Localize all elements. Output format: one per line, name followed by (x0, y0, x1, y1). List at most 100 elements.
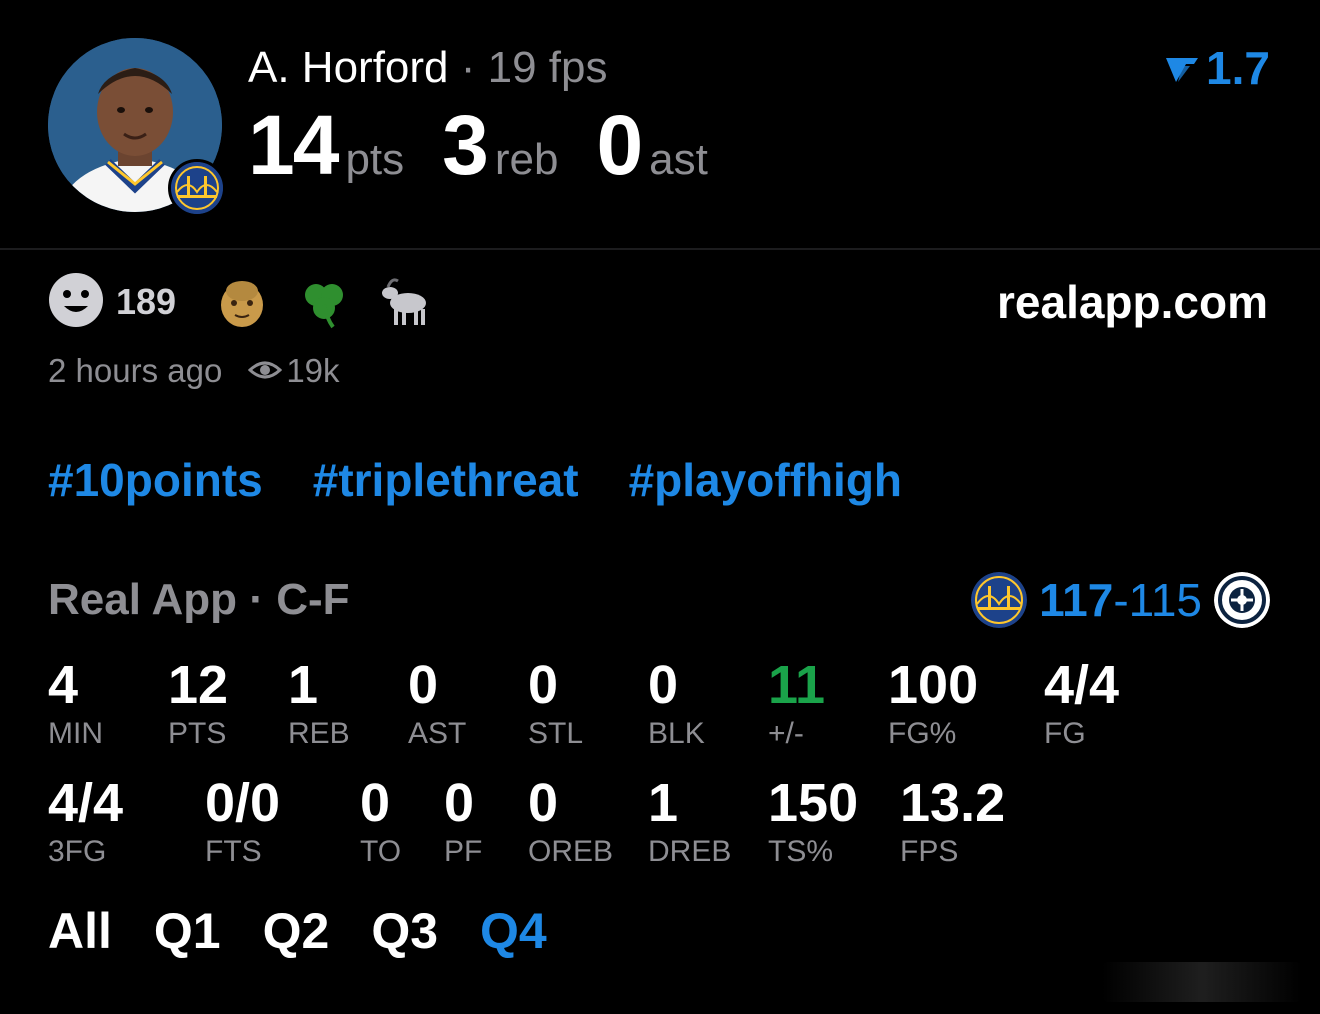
watermark (1102, 962, 1302, 1002)
stat-stl: 0 STL (528, 656, 583, 752)
game-source: Real App · C-F (48, 574, 350, 626)
stat-oreb: 0 OREB (528, 774, 613, 870)
hashtag[interactable]: #playoffhigh (629, 452, 902, 508)
stat-fg: 4/4 FG (1044, 656, 1119, 752)
smiley-count: 189 (116, 281, 177, 322)
views-count: 19k (286, 352, 340, 389)
stat-label: STL (528, 717, 584, 750)
opponent-logo-icon (1214, 572, 1270, 628)
smiley-reaction-button[interactable]: 189 (48, 272, 214, 333)
source-name: Real App (48, 575, 238, 624)
views: 19k (248, 350, 340, 392)
tab-q3[interactable]: Q3 (371, 900, 438, 962)
score-dash: - (1113, 574, 1129, 626)
hashtag[interactable]: #10points (48, 452, 263, 508)
stat-value: 1 (648, 773, 679, 833)
rating-value: 1.7 (1206, 42, 1270, 94)
points-value: 14 (248, 98, 339, 192)
stat-value: 4/4 (48, 773, 124, 833)
rating-badge[interactable]: 1.7 (1164, 42, 1270, 94)
stat-label: FTS (205, 835, 262, 868)
smiley-icon (48, 272, 104, 333)
statline: 14 pts 3 reb 0 ast (248, 100, 746, 215)
stat-label: TO (360, 835, 402, 868)
stat-value: 0 (360, 773, 391, 833)
score-text: 117-115 (1039, 570, 1202, 630)
stat-ts-pct: 150 TS% (768, 774, 858, 870)
stat-label: FPS (900, 835, 959, 868)
stat-label: AST (408, 717, 467, 750)
stat-label: REB (288, 717, 350, 750)
stat-label: BLK (648, 717, 705, 750)
stat-fps: 13.2 FPS (900, 774, 1005, 870)
stat-ast: 0 AST (408, 656, 466, 752)
assists-value: 0 (596, 98, 643, 192)
stat-value: 12 (168, 655, 229, 715)
opponent-score: 115 (1128, 574, 1202, 626)
player-name[interactable]: A. Horford (248, 43, 449, 92)
team-logo-icon (168, 159, 226, 217)
time-ago: 2 hours ago (48, 352, 223, 389)
stat-pf: 0 PF (444, 774, 482, 870)
assists-unit: ast (649, 135, 708, 184)
old-man-emoji[interactable] (214, 274, 270, 330)
eye-icon (248, 350, 286, 392)
stat-plus-minus: 11 +/- (768, 656, 825, 752)
stat-value: 4/4 (1044, 655, 1120, 715)
rebounds-value: 3 (442, 98, 489, 192)
stat-label: MIN (48, 717, 103, 750)
stat-value: 0 (528, 773, 559, 833)
tab-all[interactable]: All (48, 900, 112, 962)
stat-value: 0 (648, 655, 679, 715)
stat-label: PTS (168, 717, 227, 750)
site-link[interactable]: realapp.com (997, 272, 1268, 332)
quarter-tabs: All Q1 Q2 Q3 Q4 (48, 900, 547, 962)
post-meta: 2 hours ago 19k (48, 350, 340, 392)
points-unit: pts (345, 135, 405, 184)
stat-label: FG (1044, 717, 1086, 750)
tab-q4[interactable]: Q4 (480, 900, 547, 962)
stat-value: 1 (288, 655, 319, 715)
stat-label: OREB (528, 835, 614, 868)
rebounds-unit: reb (494, 135, 559, 184)
stat-value: 13.2 (900, 773, 1006, 833)
stat-to: 0 TO (360, 774, 401, 870)
team-score: 117 (1039, 574, 1114, 626)
stat-value: 0/0 (205, 773, 281, 833)
hashtags: #10points #triplethreat #playoffhigh (48, 452, 902, 508)
stat-value: 100 (888, 655, 979, 715)
stat-blk: 0 BLK (648, 656, 705, 752)
warriors-logo-icon (971, 572, 1028, 628)
stat-label: FG% (888, 717, 957, 750)
stat-fg-pct: 100 FG% (888, 656, 978, 752)
game-score[interactable]: 117-115 (971, 570, 1270, 630)
player-header: A. Horford · 19 fps (248, 40, 608, 96)
stat-value: 150 (768, 773, 859, 833)
tab-q2[interactable]: Q2 (263, 900, 330, 962)
separator: · (460, 43, 476, 92)
header-divider (0, 248, 1320, 250)
stat-value: 11 (768, 655, 826, 715)
stat-fts: 0/0 FTS (205, 774, 280, 870)
hashtag[interactable]: #triplethreat (313, 452, 579, 508)
stat-label: 3FG (48, 835, 107, 868)
stat-value: 0 (444, 773, 475, 833)
stat-value: 0 (408, 655, 439, 715)
stat-label: +/- (768, 717, 804, 750)
stat-label: TS% (768, 835, 834, 868)
stat-3fg: 4/4 3FG (48, 774, 123, 870)
player-position: C-F (276, 575, 350, 624)
stat-label: PF (444, 835, 483, 868)
stat-min: 4 MIN (48, 656, 103, 752)
separator: · (249, 575, 264, 624)
stat-reb: 1 REB (288, 656, 350, 752)
rating-arrow-icon (1164, 42, 1200, 94)
stat-label: DREB (648, 835, 732, 868)
tab-q1[interactable]: Q1 (154, 900, 221, 962)
goat-emoji[interactable] (378, 274, 434, 330)
post-card: A. Horford · 19 fps 14 pts 3 reb 0 ast 1.7 (0, 0, 1320, 1014)
reactions-bar: 189 (48, 272, 460, 332)
stat-pts: 12 PTS (168, 656, 228, 752)
stat-value: 0 (528, 655, 559, 715)
shamrock-emoji[interactable] (296, 274, 352, 330)
